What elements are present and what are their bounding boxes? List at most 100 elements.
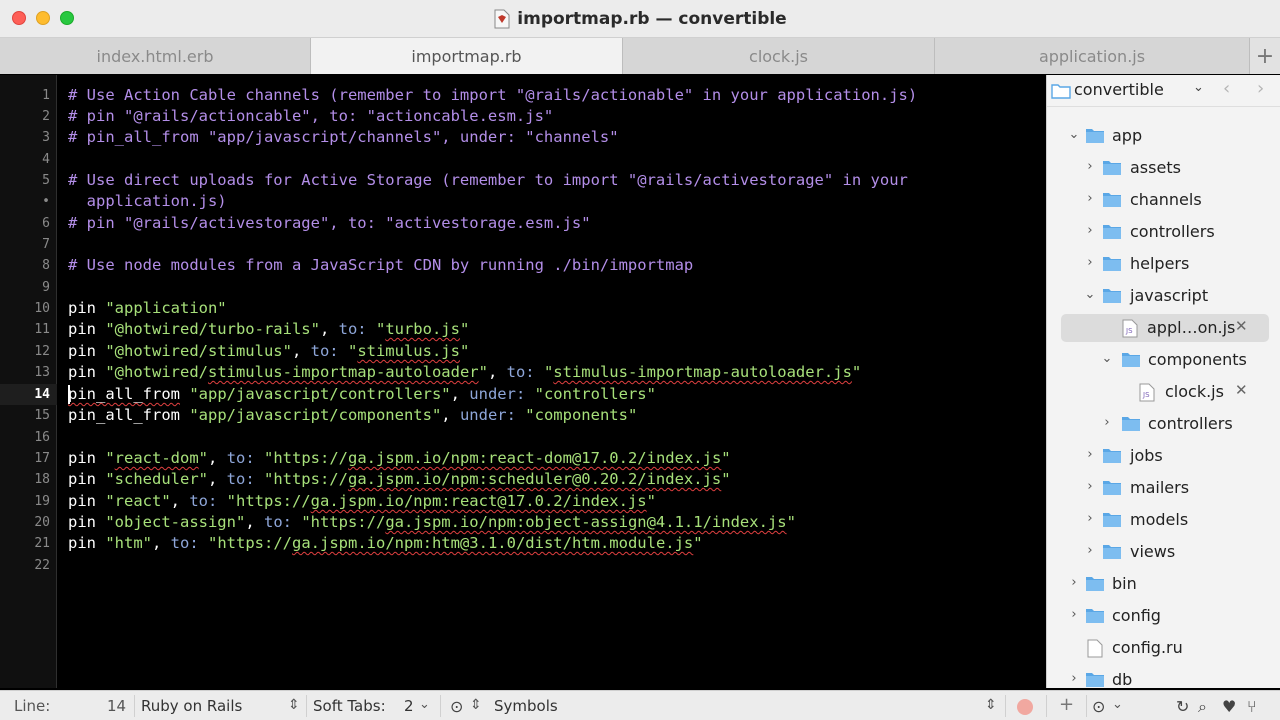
chevron-right-icon[interactable]: › — [1083, 479, 1097, 494]
chevron-right-icon[interactable]: › — [1067, 671, 1081, 686]
code-line[interactable]: # pin "@rails/actioncable", to: "actionc… — [68, 106, 553, 127]
line-label: Line: — [14, 697, 51, 715]
search-icon[interactable]: ⌕ — [1198, 697, 1207, 717]
tab-clock-js[interactable]: clock.js — [623, 38, 935, 74]
code-line[interactable]: pin "@hotwired/stimulus-importmap-autolo… — [68, 362, 861, 383]
sidebar-item-views[interactable]: › views — [1047, 537, 1280, 567]
code-line[interactable]: application.js) — [68, 191, 227, 212]
code-line[interactable]: pin "htm", to: "https://ga.jspm.io/npm:h… — [68, 533, 703, 554]
soft-tabs-value[interactable]: 2 — [404, 697, 414, 715]
sidebar-item-config-ru[interactable]: config.ru — [1047, 633, 1280, 663]
code-line[interactable]: # Use direct uploads for Active Storage … — [68, 170, 908, 191]
chevron-right-icon[interactable]: › — [1083, 191, 1097, 206]
code-token: "@hotwired/stimulus" — [105, 342, 292, 360]
separator — [1046, 695, 1047, 717]
up-down-chevron-icon[interactable]: ⇕ — [985, 697, 997, 713]
code-token: to: — [189, 492, 227, 510]
code-line[interactable]: # Use node modules from a JavaScript CDN… — [68, 255, 693, 276]
chevron-right-icon[interactable]: › — [1067, 607, 1081, 622]
add-file-button[interactable]: + — [1059, 694, 1074, 715]
code-line[interactable]: pin "object-assign", to: "https://ga.jsp… — [68, 512, 796, 533]
chevron-right-icon[interactable]: › — [1100, 415, 1114, 430]
sidebar-item-controllers[interactable]: › controllers — [1047, 217, 1280, 247]
sidebar-item-models[interactable]: › models — [1047, 505, 1280, 535]
syntax-mode-selector[interactable]: Ruby on Rails — [141, 697, 242, 715]
folder-icon — [1121, 415, 1141, 432]
up-down-chevron-icon[interactable]: ⇕ — [288, 697, 300, 713]
code-token: , — [319, 320, 339, 338]
code-line[interactable]: pin "application" — [68, 298, 227, 319]
code-token: pin — [68, 513, 106, 531]
up-down-chevron-icon[interactable]: ⇕ — [470, 697, 482, 713]
chevron-right-icon[interactable]: › — [1083, 255, 1097, 270]
sidebar-item-jobs[interactable]: › jobs — [1047, 441, 1280, 471]
folder-icon — [1102, 223, 1122, 240]
source-control-icon[interactable]: ⑂ — [1247, 697, 1257, 716]
code-line[interactable]: # pin_all_from "app/javascript/channels"… — [68, 127, 619, 148]
chevron-down-icon[interactable]: ⌄ — [1067, 127, 1081, 142]
chevron-right-icon[interactable]: › — [1067, 575, 1081, 590]
code-token: to: — [170, 534, 208, 552]
code-line[interactable]: # Use Action Cable channels (remember to… — [68, 85, 917, 106]
forward-arrow-icon[interactable]: › — [1257, 78, 1264, 99]
chevron-down-icon[interactable]: ⌄ — [1193, 80, 1204, 95]
back-arrow-icon[interactable]: ‹ — [1223, 78, 1230, 99]
sidebar-item-app[interactable]: ⌄ app — [1047, 121, 1280, 151]
chevron-down-icon[interactable]: ⌄ — [1083, 287, 1097, 302]
code-line[interactable]: pin_all_from "app/javascript/controllers… — [68, 384, 656, 405]
folder-icon — [1102, 191, 1122, 208]
refresh-icon[interactable]: ↻ — [1176, 697, 1189, 716]
sidebar-item-components[interactable]: ⌄ components — [1047, 345, 1280, 375]
chevron-down-icon[interactable]: ⌄ — [419, 697, 430, 712]
chevron-right-icon[interactable]: › — [1083, 447, 1097, 462]
code-line[interactable]: pin "@hotwired/turbo-rails", to: "turbo.… — [68, 319, 469, 340]
sidebar-item-clock-js[interactable]: JS clock.js ✕ — [1047, 377, 1280, 407]
line-value[interactable]: 14 — [107, 697, 126, 715]
sidebar-item-label: db — [1112, 670, 1133, 688]
new-tab-button[interactable]: + — [1250, 38, 1280, 74]
code-token: " — [851, 363, 862, 381]
heart-icon[interactable]: ♥ — [1222, 697, 1236, 716]
sidebar-item-bin[interactable]: › bin — [1047, 569, 1280, 599]
sidebar-item-javascript[interactable]: ⌄ javascript — [1047, 281, 1280, 311]
sidebar-item-config[interactable]: › config — [1047, 601, 1280, 631]
chevron-right-icon[interactable]: › — [1083, 159, 1097, 174]
record-indicator-icon[interactable] — [1017, 699, 1033, 715]
sidebar-item-assets[interactable]: › assets — [1047, 153, 1280, 183]
tab-importmap-rb[interactable]: importmap.rb — [311, 38, 623, 74]
symbols-icon[interactable]: ⊙ — [450, 697, 463, 716]
close-icon[interactable]: ✕ — [1235, 381, 1248, 399]
sidebar-item-label: config.ru — [1112, 638, 1183, 657]
project-switcher[interactable]: convertible ⌄ ‹ › — [1047, 75, 1280, 107]
code-token: "react" — [105, 492, 171, 510]
code-line[interactable]: pin "scheduler", to: "https://ga.jspm.io… — [68, 469, 731, 490]
sidebar-item-mailers[interactable]: › mailers — [1047, 473, 1280, 503]
code-line[interactable]: pin "react-dom", to: "https://ga.jspm.io… — [68, 448, 731, 469]
symbols-selector[interactable]: Symbols — [494, 697, 558, 715]
code-line[interactable]: pin "react", to: "https://ga.jspm.io/npm… — [68, 491, 656, 512]
code-editor[interactable]: # Use Action Cable channels (remember to… — [58, 75, 1046, 688]
code-token: # pin "@rails/activestorage", to: "activ… — [68, 214, 591, 232]
line-number: 21 — [34, 536, 50, 551]
code-line[interactable]: # pin "@rails/activestorage", to: "activ… — [68, 213, 591, 234]
chevron-right-icon[interactable]: › — [1083, 511, 1097, 526]
sidebar-item-channels[interactable]: › channels — [1047, 185, 1280, 215]
tab-application-js[interactable]: application.js — [935, 38, 1250, 74]
more-options-icon[interactable]: ⊙ — [1092, 697, 1105, 716]
code-line[interactable]: pin "@hotwired/stimulus", to: "stimulus.… — [68, 341, 469, 362]
chevron-right-icon[interactable]: › — [1083, 223, 1097, 238]
line-number: 20 — [34, 515, 50, 530]
sidebar-item-db[interactable]: › db — [1047, 665, 1280, 688]
folder-icon — [1102, 255, 1122, 272]
chevron-down-icon[interactable]: ⌄ — [1100, 351, 1114, 366]
sidebar-item-appl-on-js[interactable]: JS appl…on.js ✕ — [1047, 313, 1280, 343]
tab-index-html-erb[interactable]: index.html.erb — [0, 38, 311, 74]
chevron-down-icon[interactable]: ⌄ — [1112, 697, 1123, 712]
sidebar-item-helpers[interactable]: › helpers — [1047, 249, 1280, 279]
chevron-right-icon[interactable]: › — [1083, 543, 1097, 558]
code-token: " — [646, 492, 656, 510]
close-icon[interactable]: ✕ — [1235, 317, 1248, 335]
sidebar-item-controllers[interactable]: › controllers — [1047, 409, 1280, 439]
code-token: to: — [263, 513, 302, 531]
code-line[interactable]: pin_all_from "app/javascript/components"… — [68, 405, 637, 426]
